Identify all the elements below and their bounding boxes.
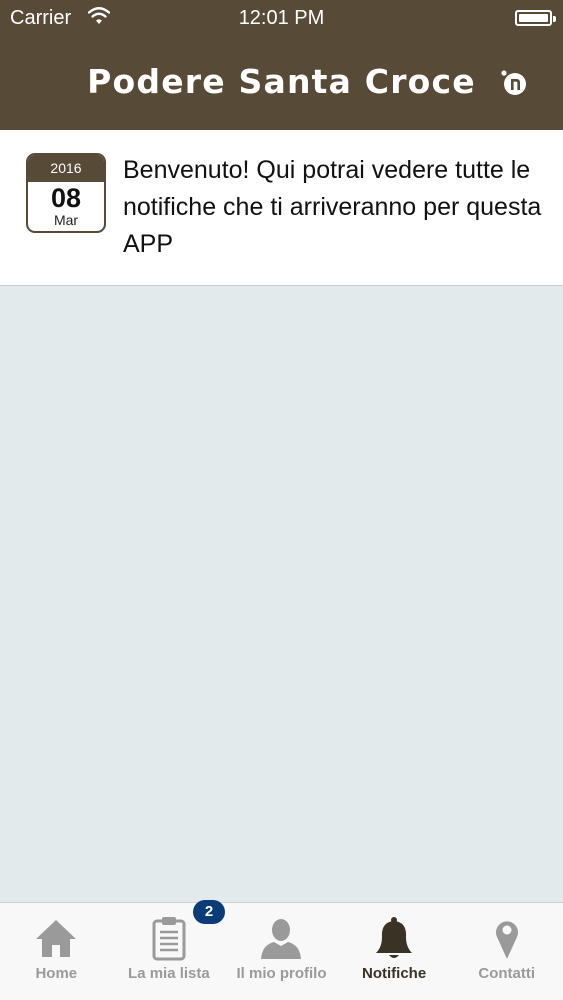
- battery-icon: [515, 10, 556, 26]
- date-day: 08: [50, 183, 82, 213]
- date-month: Mar: [53, 212, 79, 228]
- status-bar: Carrier 12:01 PM: [0, 0, 563, 38]
- clipboard-icon: [146, 915, 192, 961]
- list-count-badge: 2: [193, 900, 225, 924]
- date-year: 2016: [28, 155, 104, 182]
- notification-item[interactable]: 2016 08 Mar Benvenuto! Qui potrai vedere…: [0, 130, 563, 286]
- notification-message: Benvenuto! Qui potrai vedere tutte le no…: [123, 156, 542, 258]
- tab-home-label: Home: [35, 965, 78, 982]
- n-logo-icon[interactable]: [499, 68, 529, 98]
- notification-list: 2016 08 Mar Benvenuto! Qui potrai vedere…: [0, 130, 563, 286]
- tab-my-profile-label: Il mio profilo: [236, 965, 327, 982]
- tab-my-list-label: La mia lista: [128, 965, 210, 982]
- home-icon: [33, 915, 79, 961]
- tab-notifications[interactable]: Notifiche: [338, 903, 451, 1000]
- date-badge: 2016 08 Mar: [26, 153, 106, 233]
- tab-contacts-label: Contatti: [478, 965, 536, 982]
- app-header: Carrier 12:01 PM Podere Santa Croce: [0, 0, 563, 130]
- status-time: 12:01 PM: [238, 7, 325, 29]
- tab-notifications-label: Notifiche: [362, 965, 427, 982]
- user-icon: [258, 915, 304, 961]
- bell-icon: [371, 915, 417, 961]
- tab-bar: Home La mia lista Il mio profilo Notific…: [0, 902, 563, 1000]
- app-title: Podere Santa Croce: [87, 62, 476, 101]
- tab-contacts[interactable]: Contatti: [450, 903, 563, 1000]
- location-pin-icon: [484, 915, 530, 961]
- tab-home[interactable]: Home: [0, 903, 113, 1000]
- tab-my-profile[interactable]: Il mio profilo: [225, 903, 338, 1000]
